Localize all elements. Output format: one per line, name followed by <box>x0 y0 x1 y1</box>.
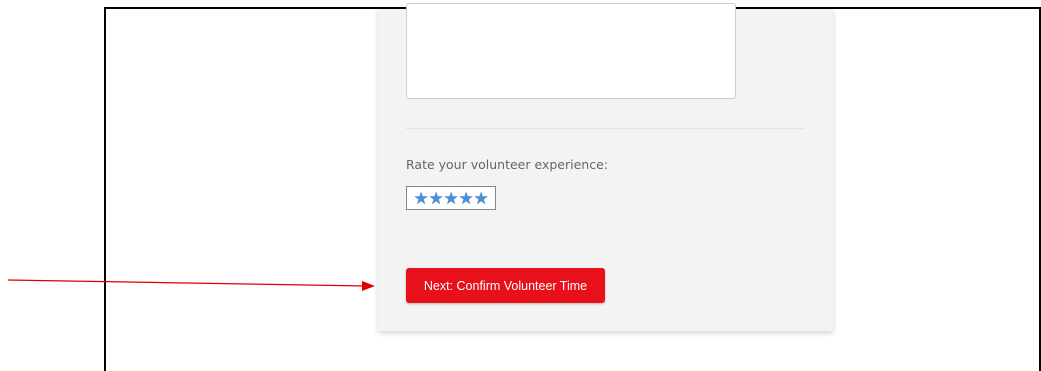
volunteer-feedback-card: Rate your volunteer experience: ★ ★ ★ ★ … <box>378 3 833 331</box>
comments-textarea[interactable] <box>406 3 736 99</box>
star-icon[interactable]: ★ <box>444 190 459 207</box>
star-icon[interactable]: ★ <box>474 190 489 207</box>
rating-label: Rate your volunteer experience: <box>406 157 608 172</box>
star-icon[interactable]: ★ <box>459 190 474 207</box>
star-icon[interactable]: ★ <box>414 190 429 207</box>
section-divider <box>406 128 804 129</box>
star-icon[interactable]: ★ <box>429 190 444 207</box>
star-rating[interactable]: ★ ★ ★ ★ ★ <box>406 186 496 210</box>
next-confirm-volunteer-time-button[interactable]: Next: Confirm Volunteer Time <box>406 268 605 303</box>
